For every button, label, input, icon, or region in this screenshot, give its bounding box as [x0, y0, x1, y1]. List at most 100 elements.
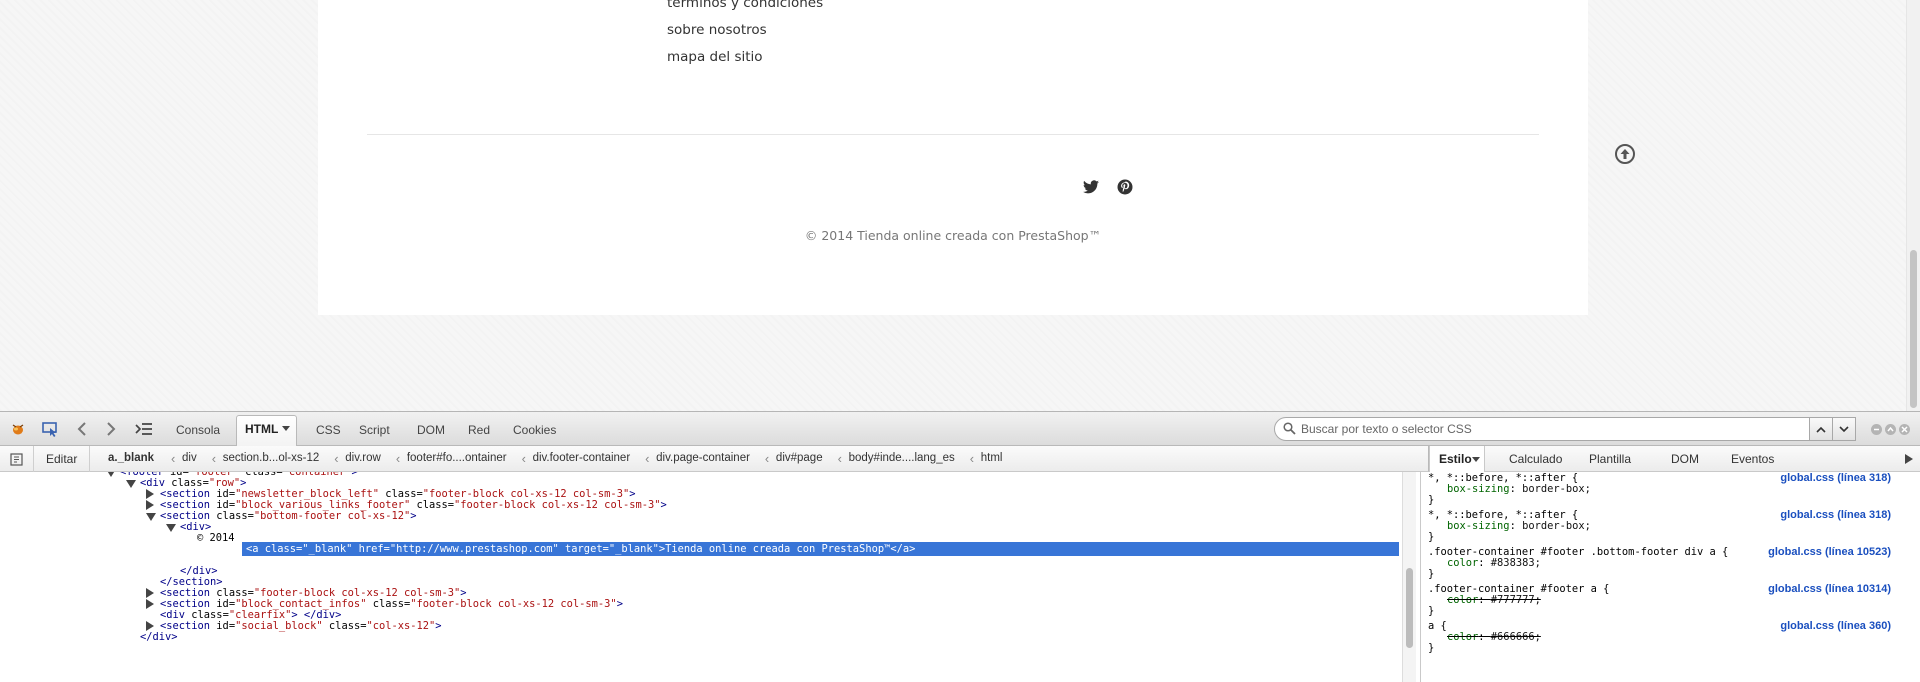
- minimize-icon[interactable]: [1871, 424, 1882, 435]
- expand-down-icon[interactable]: [106, 472, 116, 477]
- css-selector[interactable]: a {: [1428, 619, 1447, 633]
- breadcrumb-item[interactable]: div.page-container: [645, 451, 757, 466]
- css-rule: *, *::before, *::after {global.css (líne…: [1421, 472, 1901, 508]
- html-node-row[interactable]: © 2014: [197, 531, 235, 545]
- expand-right-icon[interactable]: [146, 489, 154, 499]
- css-rule-close: }: [1428, 494, 1435, 506]
- style-rules-panel: *, *::before, *::after {global.css (líne…: [1420, 472, 1920, 682]
- expand-right-icon[interactable]: [146, 588, 154, 598]
- edit-button[interactable]: Editar: [33, 446, 91, 472]
- html-node-row[interactable]: </div>: [140, 630, 178, 644]
- tab-script[interactable]: Script: [359, 423, 390, 437]
- tab-consola[interactable]: Consola: [176, 423, 220, 437]
- search-input[interactable]: [1301, 421, 1801, 437]
- attr-value: "social_block": [235, 620, 323, 632]
- inspect-element-icon[interactable]: [40, 419, 60, 439]
- css-declaration[interactable]: color: #777777;: [1447, 593, 1541, 607]
- tag-close: >: [351, 472, 358, 478]
- css-declaration[interactable]: color: #666666;: [1447, 630, 1541, 644]
- breadcrumb-item[interactable]: div.footer-container: [522, 451, 638, 466]
- attr-value: "footer-block col-xs-12 col-sm-3": [410, 598, 617, 610]
- chevron-right-icon[interactable]: [1905, 454, 1913, 464]
- side-panel-tabs: Estilo Calculado Plantilla DOM Eventos: [1428, 446, 1920, 472]
- tab-side-dom[interactable]: DOM: [1671, 452, 1699, 466]
- expand-down-icon[interactable]: [146, 513, 156, 521]
- css-source-link[interactable]: global.css (línea 360): [1780, 619, 1891, 633]
- search-next-button[interactable]: [1832, 417, 1856, 441]
- css-property: color: [1447, 594, 1479, 606]
- breadcrumb-item[interactable]: div.row: [334, 451, 388, 466]
- html-panel-scrollbar[interactable]: [1402, 472, 1416, 682]
- forward-icon[interactable]: [101, 419, 121, 439]
- page-viewport: términos y condiciones sobre nosotros ma…: [0, 0, 1906, 411]
- tab-eventos[interactable]: Eventos: [1731, 452, 1774, 466]
- footer-link-terms[interactable]: términos y condiciones: [667, 0, 823, 11]
- page-scrollbar-thumb[interactable]: [1910, 250, 1917, 408]
- expand-right-icon[interactable]: [146, 599, 154, 609]
- breadcrumb-item[interactable]: footer#fo....ontainer: [396, 451, 514, 466]
- tab-plantilla[interactable]: Plantilla: [1589, 452, 1631, 466]
- search-box[interactable]: [1274, 417, 1810, 441]
- back-to-top-icon[interactable]: [1614, 143, 1636, 165]
- breadcrumb-item[interactable]: html: [970, 451, 1010, 466]
- css-property: color: [1447, 557, 1479, 569]
- tab-dom[interactable]: DOM: [417, 423, 445, 437]
- expand-right-icon[interactable]: [146, 500, 154, 510]
- page-scrollbar[interactable]: [1906, 0, 1920, 411]
- tab-calculado[interactable]: Calculado: [1509, 452, 1562, 466]
- css-colon: :: [1478, 631, 1491, 643]
- css-value: border-box;: [1522, 483, 1591, 495]
- css-declaration[interactable]: box-sizing: border-box;: [1447, 482, 1591, 496]
- css-colon: :: [1478, 557, 1491, 569]
- css-declaration[interactable]: box-sizing: border-box;: [1447, 519, 1591, 533]
- css-source-link[interactable]: global.css (línea 318): [1780, 508, 1891, 522]
- tab-html[interactable]: HTML: [236, 415, 297, 446]
- attr-name: class=: [366, 598, 411, 610]
- breadcrumb-item[interactable]: div#page: [765, 451, 830, 466]
- footer-link-sitemap[interactable]: mapa del sitio: [667, 49, 763, 65]
- close-icon[interactable]: [1899, 424, 1910, 435]
- firebug-devtools: Consola HTML CSS Script DOM Red Cookies: [0, 411, 1920, 682]
- footer-container: términos y condiciones sobre nosotros ma…: [318, 0, 1588, 315]
- tag-close: >: [435, 620, 442, 632]
- tab-cookies[interactable]: Cookies: [513, 423, 556, 437]
- footer-link-about[interactable]: sobre nosotros: [667, 22, 767, 38]
- css-rule: *, *::before, *::after {global.css (líne…: [1421, 508, 1901, 545]
- html-node-row[interactable]: <section id="social_block" class="col-xs…: [160, 619, 442, 633]
- twitter-icon[interactable]: [1082, 178, 1100, 196]
- search-icon: [1283, 422, 1296, 440]
- html-panel-scrollbar-thumb[interactable]: [1406, 568, 1413, 648]
- back-icon[interactable]: [72, 419, 92, 439]
- breadcrumb-item[interactable]: a._blank: [108, 452, 161, 464]
- breadcrumb-item[interactable]: div: [171, 451, 204, 466]
- pinterest-icon[interactable]: [1116, 178, 1134, 196]
- attr-name: id=: [210, 620, 236, 632]
- detach-icon[interactable]: [1885, 424, 1896, 435]
- tab-css[interactable]: CSS: [316, 423, 341, 437]
- expand-down-icon[interactable]: [166, 524, 176, 532]
- node-picker-icon[interactable]: [10, 453, 23, 471]
- css-value: #838383;: [1490, 557, 1541, 569]
- text-node: © 2014: [197, 532, 235, 544]
- footer-divider: [367, 134, 1539, 135]
- css-declaration[interactable]: color: #838383;: [1447, 556, 1541, 570]
- css-source-link[interactable]: global.css (línea 10523): [1768, 545, 1891, 559]
- tab-estilo[interactable]: Estilo: [1429, 446, 1485, 472]
- selected-node-row[interactable]: <a class="_blank" href="http://www.prest…: [242, 542, 1399, 556]
- tab-red[interactable]: Red: [468, 423, 490, 437]
- social-block: [928, 178, 1288, 198]
- css-source-link[interactable]: global.css (línea 10314): [1768, 582, 1891, 596]
- css-source-link[interactable]: global.css (línea 318): [1780, 472, 1891, 485]
- breadcrumb-item[interactable]: section.b...ol-xs-12: [212, 451, 327, 466]
- expand-down-icon[interactable]: [126, 480, 136, 488]
- breadcrumb-item[interactable]: body#inde....lang_es: [838, 451, 962, 466]
- command-line-icon[interactable]: [134, 419, 154, 439]
- css-property: box-sizing: [1447, 520, 1510, 532]
- search-prev-button[interactable]: [1809, 417, 1833, 441]
- firebug-icon[interactable]: [8, 419, 28, 439]
- css-colon: :: [1509, 483, 1523, 495]
- css-rule: .footer-container #footer .bottom-footer…: [1421, 545, 1901, 582]
- attr-value: "col-xs-12": [366, 620, 436, 632]
- attr-name: class=: [210, 510, 254, 522]
- chevron-down-icon: [1472, 457, 1480, 462]
